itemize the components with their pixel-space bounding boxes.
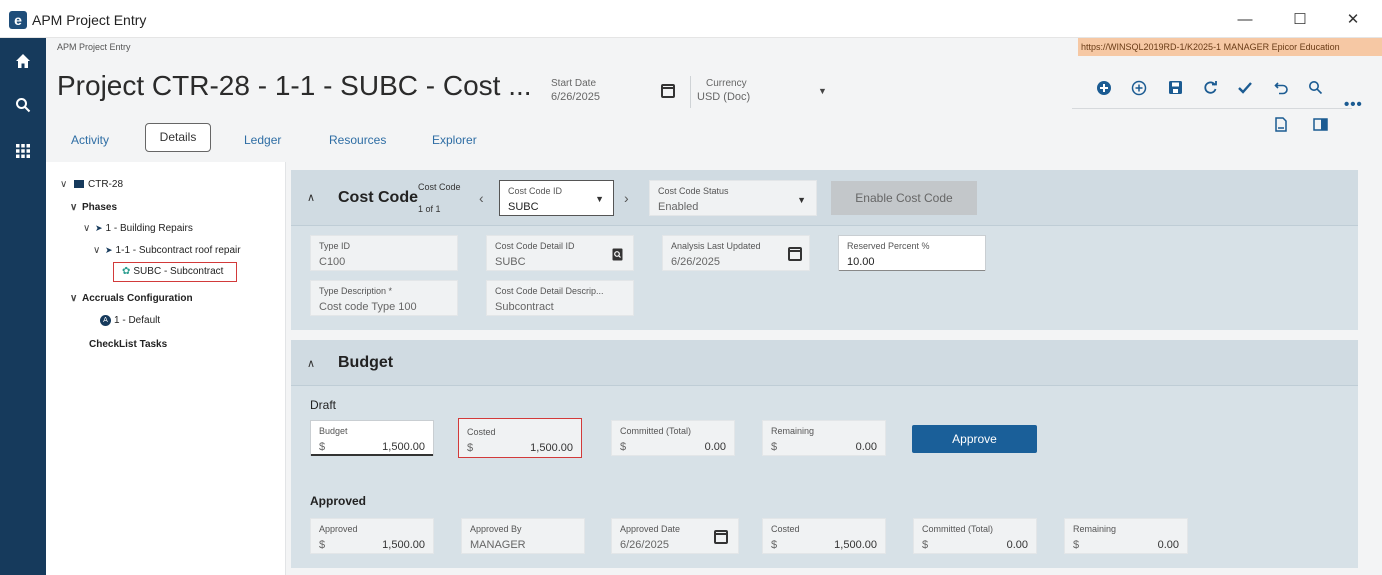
type-id-field[interactable]: Type ID C100 bbox=[310, 235, 458, 271]
type-description-field[interactable]: Type Description * Cost code Type 100 bbox=[310, 280, 458, 316]
analysis-last-updated-field[interactable]: Analysis Last Updated 6/26/2025 bbox=[662, 235, 810, 271]
calendar-icon[interactable] bbox=[661, 84, 675, 98]
calendar-icon[interactable] bbox=[714, 530, 728, 544]
chevron-down-icon[interactable]: ▼ bbox=[797, 195, 806, 205]
cost-code-detail-id-field[interactable]: Cost Code Detail ID SUBC bbox=[486, 235, 634, 271]
cost-code-status-field[interactable]: Cost Code Status Enabled ▼ bbox=[649, 180, 817, 216]
cost-code-detail-description-field[interactable]: Cost Code Detail Descrip... Subcontract bbox=[486, 280, 634, 316]
cost-code-title: Cost Code bbox=[338, 189, 418, 206]
start-date-label: Start Date bbox=[551, 78, 597, 89]
check-icon[interactable] bbox=[1234, 80, 1256, 100]
title-bar bbox=[0, 0, 1382, 38]
chevron-down-icon[interactable]: ∨ bbox=[70, 293, 82, 304]
next-record-icon[interactable]: › bbox=[624, 190, 629, 206]
lookup-icon[interactable] bbox=[612, 248, 623, 266]
tree-node-phases[interactable]: ∨ Phases bbox=[70, 202, 117, 213]
currency-label: Currency bbox=[706, 78, 747, 89]
cost-code-counter-label: Cost Code bbox=[418, 182, 461, 192]
document-icon[interactable] bbox=[1274, 117, 1288, 137]
panel-icon[interactable] bbox=[1313, 118, 1328, 136]
approved-by-field[interactable]: Approved By MANAGER bbox=[461, 518, 585, 554]
add-outline-icon[interactable] bbox=[1128, 80, 1150, 100]
chevron-down-icon[interactable]: ∨ bbox=[83, 223, 95, 234]
prev-record-icon[interactable]: ‹ bbox=[479, 190, 484, 206]
tab-resources[interactable]: Resources bbox=[329, 133, 386, 147]
chevron-down-icon[interactable]: ∨ bbox=[93, 245, 105, 256]
folder-icon bbox=[74, 180, 84, 189]
approved-date-field[interactable]: Approved Date 6/26/2025 bbox=[611, 518, 739, 554]
accrual-icon: A bbox=[100, 315, 111, 326]
cost-code-panel-header bbox=[291, 170, 1358, 226]
more-icon[interactable]: ••• bbox=[1344, 96, 1363, 113]
maximize-button[interactable]: ☐ bbox=[1285, 8, 1315, 32]
approve-button[interactable]: Approve bbox=[912, 425, 1037, 453]
search-icon[interactable] bbox=[0, 88, 46, 120]
collapse-chevron-icon[interactable]: ∧ bbox=[307, 191, 315, 204]
remaining-field[interactable]: Remaining $ 0.00 bbox=[762, 420, 886, 456]
enable-cost-code-button[interactable]: Enable Cost Code bbox=[831, 181, 977, 215]
budget-title: Budget bbox=[338, 354, 394, 371]
approved-remaining-field[interactable]: Remaining $ 0.00 bbox=[1064, 518, 1188, 554]
environment-badge: https://WINSQL2019RD-1/K2025-1 MANAGER E… bbox=[1078, 38, 1382, 56]
toolbar-divider bbox=[1072, 108, 1352, 109]
breadcrumb[interactable]: APM Project Entry bbox=[57, 42, 131, 52]
tab-explorer[interactable]: Explorer bbox=[432, 133, 477, 147]
costed-field[interactable]: Costed $ 1,500.00 bbox=[458, 418, 582, 458]
chevron-down-icon[interactable]: ∨ bbox=[70, 202, 82, 213]
tab-activity[interactable]: Activity bbox=[71, 133, 109, 147]
draft-label: Draft bbox=[310, 398, 337, 412]
chevron-down-icon[interactable]: ∨ bbox=[60, 179, 72, 190]
page-title: Project CTR-28 - 1-1 - SUBC - Cost ... bbox=[57, 70, 532, 101]
grid-icon[interactable] bbox=[0, 134, 46, 166]
collapse-chevron-icon[interactable]: ∧ bbox=[307, 357, 315, 370]
tree-node-phase-1[interactable]: ∨ ➤ 1 - Building Repairs bbox=[83, 223, 193, 234]
tree-node-phase-1-1[interactable]: ∨ ➤ 1-1 - Subcontract roof repair bbox=[93, 245, 241, 256]
calendar-icon[interactable] bbox=[788, 247, 802, 261]
reserved-percent-field[interactable]: Reserved Percent % 10.00 bbox=[838, 235, 986, 271]
chevron-down-icon[interactable]: ▼ bbox=[818, 86, 827, 96]
budget-panel-header bbox=[291, 340, 1358, 386]
divider bbox=[690, 76, 691, 108]
app-logo-icon: e bbox=[9, 11, 27, 29]
currency-value[interactable]: USD (Doc) bbox=[697, 91, 750, 103]
approved-costed-field[interactable]: Costed $ 1,500.00 bbox=[762, 518, 886, 554]
budget-field[interactable]: Budget $ 1,500.00 bbox=[310, 420, 434, 456]
cost-code-id-field[interactable]: Cost Code ID SUBC ▼ bbox=[499, 180, 614, 216]
start-date-value[interactable]: 6/26/2025 bbox=[551, 91, 600, 103]
home-icon[interactable] bbox=[0, 44, 46, 76]
add-circle-icon[interactable] bbox=[1093, 80, 1115, 100]
tree-node-accruals[interactable]: ∨ Accruals Configuration bbox=[70, 293, 193, 304]
save-icon[interactable] bbox=[1164, 80, 1186, 100]
phase-icon: ➤ bbox=[95, 223, 103, 233]
search-icon[interactable] bbox=[1304, 80, 1326, 100]
chevron-down-icon[interactable]: ▼ bbox=[595, 194, 604, 204]
committed-total-field[interactable]: Committed (Total) $ 0.00 bbox=[611, 420, 735, 456]
tab-ledger[interactable]: Ledger bbox=[244, 133, 281, 147]
tree-node-root[interactable]: ∨ CTR-28 bbox=[60, 179, 123, 190]
cost-code-counter: 1 of 1 bbox=[418, 204, 441, 214]
approved-section-label: Approved bbox=[310, 494, 367, 508]
tree-node-default[interactable]: A1 - Default bbox=[100, 315, 160, 326]
minimize-button[interactable]: — bbox=[1230, 8, 1260, 32]
undo-icon[interactable] bbox=[1270, 80, 1292, 100]
approved-field[interactable]: Approved $ 1,500.00 bbox=[310, 518, 434, 554]
approved-committed-field[interactable]: Committed (Total) $ 0.00 bbox=[913, 518, 1037, 554]
close-button[interactable]: ✕ bbox=[1338, 8, 1368, 32]
tree-node-checklist[interactable]: CheckList Tasks bbox=[89, 339, 167, 350]
refresh-icon[interactable] bbox=[1199, 80, 1221, 100]
selection-highlight bbox=[113, 262, 237, 282]
phase-icon: ➤ bbox=[105, 245, 113, 255]
tab-details[interactable]: Details bbox=[145, 123, 211, 152]
window-title: APM Project Entry bbox=[32, 12, 147, 28]
